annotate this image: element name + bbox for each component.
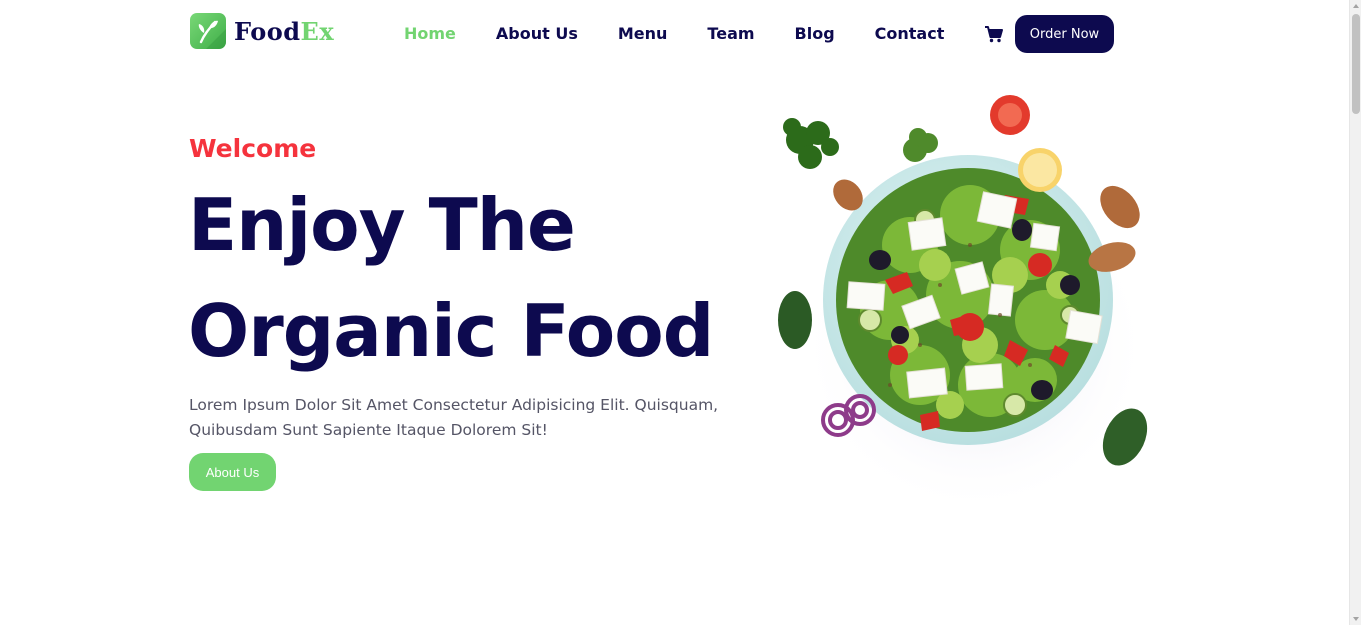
hero-title-line2: Organic Food xyxy=(188,289,714,373)
hero-eyebrow: Welcome xyxy=(189,134,317,163)
nav-about-us[interactable]: About Us xyxy=(496,22,578,46)
hero-title: Enjoy The Organic Food xyxy=(188,172,748,384)
brand-logo[interactable]: FoodEx xyxy=(190,13,334,49)
scroll-down-arrow-icon[interactable] xyxy=(1353,617,1359,621)
nav-team[interactable]: Team xyxy=(707,22,754,46)
shopping-cart-icon[interactable] xyxy=(984,24,1004,44)
main-nav: Home About Us Menu Team Blog Contact xyxy=(404,22,1004,46)
hero-description: Lorem Ipsum Dolor Sit Amet Consectetur A… xyxy=(189,396,719,439)
brand-name-part1: Food xyxy=(234,16,301,46)
page-scrollbar[interactable] xyxy=(1349,0,1361,625)
order-now-button[interactable]: Order Now xyxy=(1015,15,1114,53)
scroll-up-arrow-icon[interactable] xyxy=(1353,4,1359,8)
scrollbar-thumb[interactable] xyxy=(1352,14,1360,114)
hero-title-line1: Enjoy The xyxy=(188,183,576,267)
nav-home[interactable]: Home xyxy=(404,22,456,46)
nav-contact[interactable]: Contact xyxy=(875,22,945,46)
nav-blog[interactable]: Blog xyxy=(795,22,835,46)
about-us-button[interactable]: About Us xyxy=(189,453,276,491)
site-header: FoodEx Home About Us Menu Team Blog Cont… xyxy=(0,0,1349,68)
leaf-logo-icon xyxy=(190,13,226,49)
brand-name-part2: Ex xyxy=(300,16,335,46)
salad-bowl-image xyxy=(770,85,1160,515)
nav-menu[interactable]: Menu xyxy=(618,22,668,46)
brand-name: FoodEx xyxy=(234,17,334,46)
